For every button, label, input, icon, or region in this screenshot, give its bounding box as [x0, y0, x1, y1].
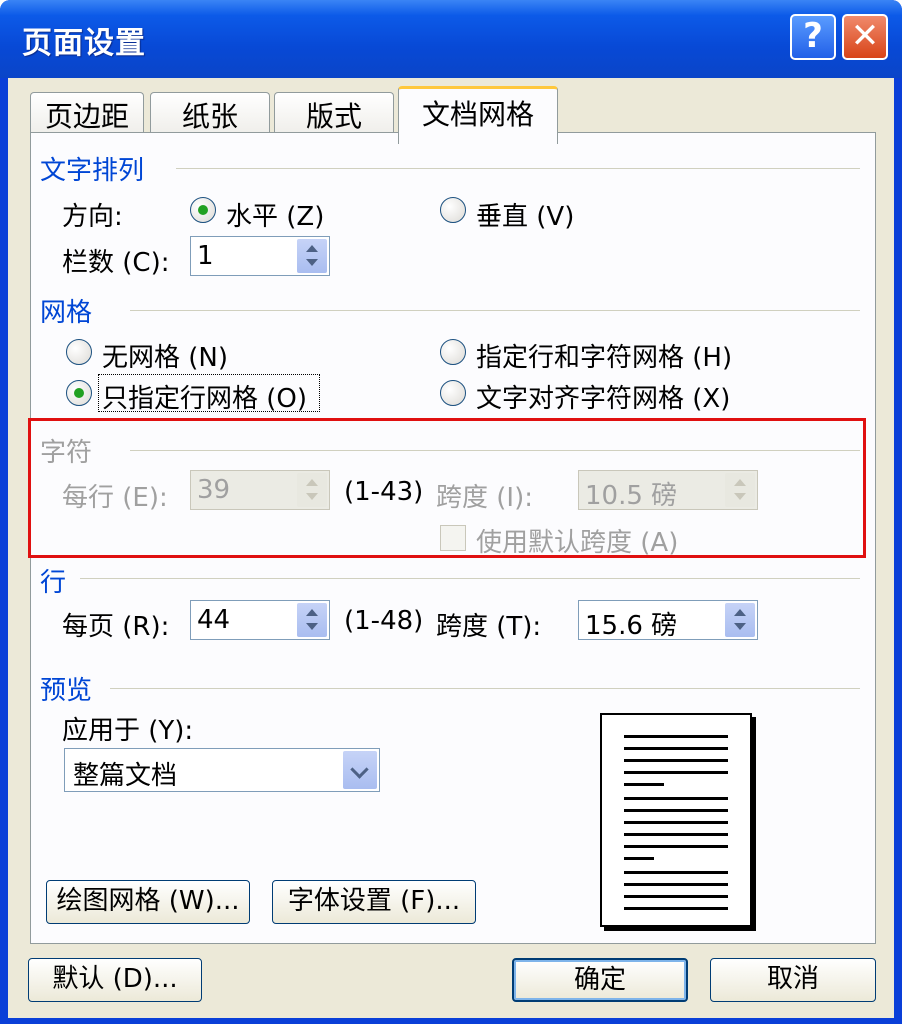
- apply-to-value[interactable]: 整篇文档: [73, 755, 177, 792]
- direction-label: 方向:: [62, 202, 123, 232]
- chars-per-line-spinner[interactable]: 39: [190, 470, 330, 510]
- title-bar[interactable]: 页面设置 ? ✕: [0, 0, 902, 78]
- no-grid-radio[interactable]: [66, 339, 92, 365]
- chars-per-line-label: 每行 (E):: [62, 483, 168, 513]
- group-divider: [176, 168, 860, 169]
- char-pitch-spinner[interactable]: 10.5 磅: [578, 470, 758, 512]
- snap-char-grid-radio[interactable]: [440, 380, 466, 406]
- apply-to-label: 应用于 (Y):: [62, 716, 194, 746]
- line-char-grid-label[interactable]: 指定行和字符网格 (H): [476, 337, 732, 374]
- line-char-grid-radio[interactable]: [440, 339, 466, 365]
- horizontal-radio[interactable]: [190, 197, 216, 223]
- spinner-arrows-icon[interactable]: [725, 473, 755, 507]
- cancel-button[interactable]: 取消: [710, 958, 876, 1002]
- apply-to-select[interactable]: 整篇文档: [64, 748, 380, 792]
- use-default-pitch-checkbox[interactable]: [440, 525, 466, 551]
- lines-per-page-spinner[interactable]: 44: [190, 600, 330, 640]
- lines-group-label: 行: [40, 568, 67, 598]
- group-divider: [80, 578, 860, 579]
- window-title: 页面设置: [22, 26, 146, 61]
- columns-spinner[interactable]: 1: [190, 236, 330, 276]
- grid-group-label: 网格: [40, 298, 93, 328]
- lines-per-page-range: (1-48): [344, 606, 424, 636]
- spinner-arrows-icon[interactable]: [297, 239, 327, 273]
- vertical-radio-label[interactable]: 垂直 (V): [476, 196, 574, 233]
- font-settings-button[interactable]: 字体设置 (F)...: [272, 880, 476, 924]
- spinner-arrows-icon[interactable]: [297, 603, 327, 637]
- spinner-arrows-icon[interactable]: [725, 603, 755, 637]
- close-button[interactable]: ✕: [842, 14, 888, 60]
- lines-per-page-value[interactable]: 44: [197, 605, 230, 635]
- chevron-down-icon[interactable]: [343, 751, 377, 789]
- tab-document-grid[interactable]: 文档网格: [398, 86, 558, 144]
- line-grid-only-label[interactable]: 只指定行网格 (O): [102, 378, 307, 415]
- line-pitch-value[interactable]: 15.6 磅: [585, 605, 677, 642]
- page-preview: [600, 713, 752, 927]
- snap-char-grid-label[interactable]: 文字对齐字符网格 (X): [476, 378, 730, 415]
- spinner-arrows-icon[interactable]: [297, 473, 327, 507]
- ok-button[interactable]: 确定: [512, 958, 688, 1002]
- horizontal-radio-label[interactable]: 水平 (Z): [226, 196, 324, 233]
- preview-group-label: 预览: [40, 676, 93, 706]
- help-button[interactable]: ?: [790, 14, 836, 60]
- chars-per-line-value[interactable]: 39: [197, 475, 230, 505]
- columns-label: 栏数 (C):: [62, 248, 170, 278]
- vertical-radio[interactable]: [440, 197, 466, 223]
- group-divider: [130, 450, 860, 451]
- text-layout-group-label: 文字排列: [40, 156, 145, 186]
- group-divider: [130, 310, 860, 311]
- line-pitch-label: 跨度 (T):: [436, 612, 542, 642]
- characters-group-label: 字符: [40, 438, 93, 468]
- chars-per-line-range: (1-43): [344, 477, 424, 507]
- use-default-pitch-label[interactable]: 使用默认跨度 (A): [476, 522, 678, 559]
- lines-per-page-label: 每页 (R):: [62, 612, 170, 642]
- char-pitch-value[interactable]: 10.5 磅: [585, 475, 677, 512]
- line-grid-only-radio[interactable]: [66, 380, 92, 406]
- char-pitch-label: 跨度 (I):: [436, 483, 533, 513]
- group-divider: [110, 688, 860, 689]
- default-button[interactable]: 默认 (D)...: [28, 958, 202, 1002]
- line-pitch-spinner[interactable]: 15.6 磅: [578, 600, 758, 642]
- draw-grid-button[interactable]: 绘图网格 (W)...: [46, 880, 250, 924]
- columns-value[interactable]: 1: [197, 241, 214, 271]
- no-grid-label[interactable]: 无网格 (N): [102, 337, 228, 374]
